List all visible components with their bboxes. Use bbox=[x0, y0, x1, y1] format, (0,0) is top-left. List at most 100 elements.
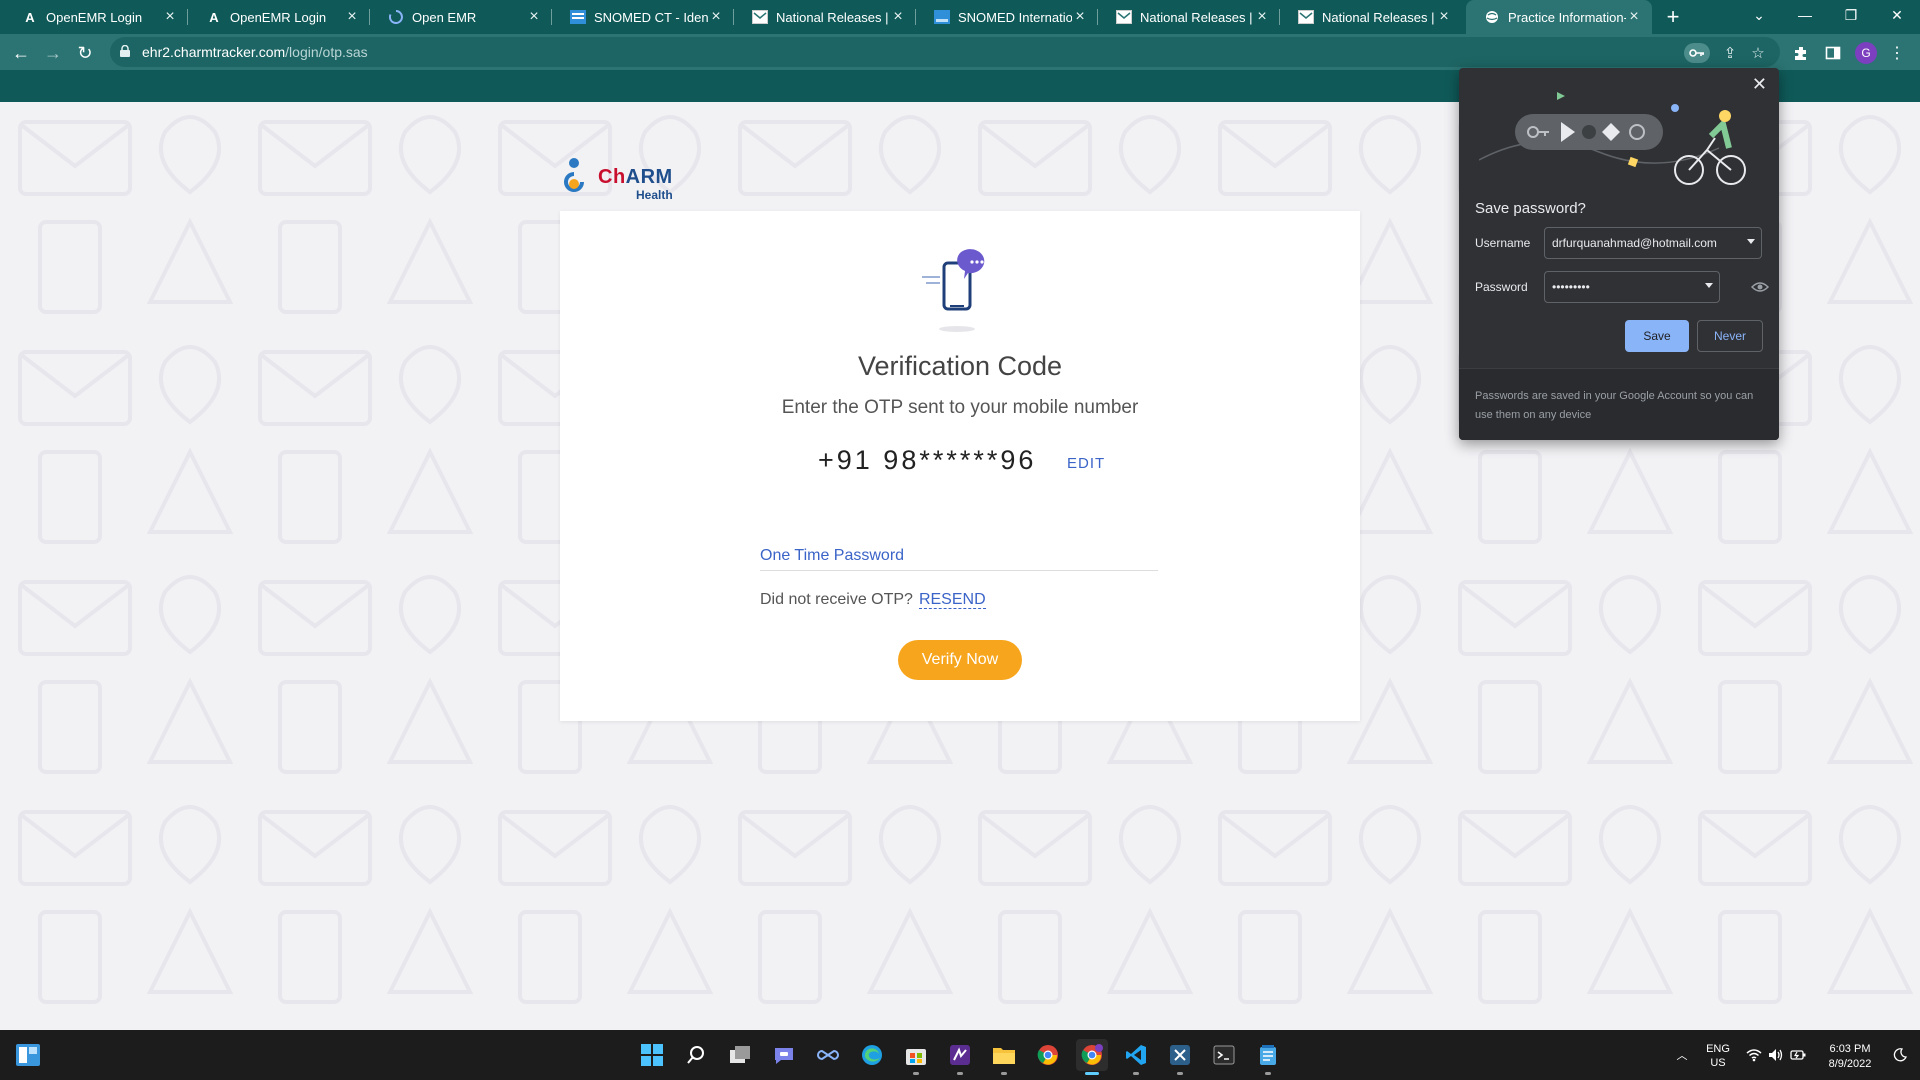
snomed-icon bbox=[934, 9, 950, 25]
key-icon[interactable] bbox=[1684, 43, 1710, 63]
url-host: ehr2.charmtracker.com bbox=[142, 44, 286, 60]
edge-icon[interactable] bbox=[856, 1039, 888, 1071]
openemr-icon: A bbox=[209, 9, 219, 25]
resend-prompt: Did not receive OTP? bbox=[760, 591, 913, 608]
close-icon[interactable]: × bbox=[1072, 8, 1088, 26]
tab-snomed-ct[interactable]: SNOMED CT - Identifie × bbox=[552, 0, 734, 34]
terminal-icon[interactable] bbox=[1208, 1039, 1240, 1071]
minimize-button[interactable]: — bbox=[1782, 0, 1828, 30]
tab-national-releases-2[interactable]: National Releases | NF × bbox=[1098, 0, 1280, 34]
back-button[interactable]: ← bbox=[8, 40, 34, 66]
url-text: ehr2.charmtracker.com/login/otp.sas bbox=[142, 44, 368, 60]
language-region: US bbox=[1710, 1057, 1726, 1069]
tab-open-emr[interactable]: Open EMR × bbox=[370, 0, 552, 34]
forward-button[interactable]: → bbox=[40, 40, 66, 66]
restore-button[interactable]: ❐ bbox=[1828, 0, 1874, 30]
task-view-icon[interactable] bbox=[724, 1039, 756, 1071]
bookmark-star-icon[interactable]: ☆ bbox=[1748, 43, 1768, 63]
lock-icon bbox=[120, 45, 130, 57]
close-icon[interactable]: × bbox=[1254, 8, 1270, 26]
eye-icon[interactable] bbox=[1751, 280, 1769, 294]
close-icon[interactable]: × bbox=[708, 8, 724, 26]
nrc-icon bbox=[1116, 9, 1132, 25]
otp-card: Verification Code Enter the OTP sent to … bbox=[560, 211, 1360, 721]
never-button[interactable]: Never bbox=[1697, 320, 1763, 352]
tab-title: OpenEMR Login bbox=[230, 9, 327, 25]
windows-taskbar: ︿ ENG US 6:03 PM 8/9/2022 bbox=[0, 1030, 1920, 1080]
close-icon[interactable]: × bbox=[344, 8, 360, 26]
tab-openemr-login-1[interactable]: A OpenEMR Login × bbox=[4, 0, 188, 34]
start-button[interactable] bbox=[636, 1039, 668, 1071]
chrome-icon[interactable] bbox=[1032, 1039, 1064, 1071]
password-value: ••••••••• bbox=[1552, 280, 1590, 294]
volume-icon[interactable] bbox=[1766, 1030, 1786, 1080]
reload-button[interactable]: ↻ bbox=[72, 40, 98, 66]
tab-practice-information[interactable]: Practice Information-C × bbox=[1466, 0, 1652, 34]
charm-logo-icon bbox=[564, 158, 584, 192]
nrc-icon bbox=[1298, 9, 1314, 25]
password-label: Password bbox=[1475, 280, 1528, 294]
battery-icon[interactable] bbox=[1788, 1030, 1808, 1080]
clock-time: 6:03 PM bbox=[1829, 1043, 1871, 1055]
verify-now-button[interactable]: Verify Now bbox=[898, 640, 1022, 680]
username-select[interactable]: drfurquanahmad@hotmail.com bbox=[1544, 227, 1762, 259]
link-icon[interactable] bbox=[812, 1039, 844, 1071]
close-icon[interactable]: × bbox=[162, 8, 178, 26]
save-button[interactable]: Save bbox=[1625, 320, 1689, 352]
chrome-profile-icon[interactable] bbox=[1076, 1039, 1108, 1075]
logo-subtitle: Health bbox=[636, 188, 673, 202]
wifi-icon[interactable] bbox=[1744, 1030, 1764, 1080]
otp-input[interactable] bbox=[760, 541, 1158, 571]
username-label: Username bbox=[1475, 236, 1531, 250]
otp-instructions: Enter the OTP sent to your mobile number bbox=[781, 397, 1139, 418]
address-bar[interactable]: ehr2.charmtracker.com/login/otp.sas ⇪ ☆ bbox=[110, 37, 1780, 67]
moon-icon[interactable] bbox=[1890, 1030, 1910, 1080]
resend-row: Did not receive OTP? RESEND bbox=[760, 591, 986, 609]
side-panel-icon[interactable] bbox=[1822, 42, 1844, 64]
vscode-icon[interactable] bbox=[1120, 1039, 1152, 1075]
tray-chevron-up-icon[interactable]: ︿ bbox=[1672, 1030, 1692, 1080]
browser-tab-strip: A OpenEMR Login × A OpenEMR Login × Open… bbox=[0, 0, 1920, 34]
loading-icon bbox=[388, 9, 404, 25]
file-explorer-icon[interactable] bbox=[988, 1039, 1020, 1075]
visual-studio-icon[interactable] bbox=[944, 1039, 976, 1075]
tab-title: Practice Information-C bbox=[1508, 9, 1626, 25]
extensions-icon[interactable] bbox=[1790, 42, 1812, 64]
close-icon[interactable]: × bbox=[890, 8, 906, 26]
new-tab-button[interactable]: + bbox=[1660, 4, 1686, 30]
widgets-icon[interactable] bbox=[12, 1039, 44, 1071]
tab-search-chevron-icon[interactable]: ⌄ bbox=[1736, 0, 1782, 30]
clock[interactable]: 6:03 PM 8/9/2022 bbox=[1812, 1042, 1888, 1072]
charm-health-logo: ChARM Health bbox=[560, 150, 680, 206]
store-icon[interactable] bbox=[900, 1039, 932, 1075]
tab-title: OpenEMR Login bbox=[46, 9, 143, 25]
save-password-dialog: ✕ Save password? Username drfurquanahmad… bbox=[1459, 68, 1779, 440]
tab-national-releases-1[interactable]: National Releases | NF × bbox=[734, 0, 916, 34]
menu-kebab-icon[interactable]: ⋮ bbox=[1886, 42, 1908, 64]
notepad-icon[interactable] bbox=[1252, 1039, 1284, 1075]
password-select[interactable]: ••••••••• bbox=[1544, 271, 1720, 303]
tab-title: Open EMR bbox=[412, 9, 477, 25]
dialog-title: Save password? bbox=[1475, 200, 1586, 217]
close-icon[interactable]: × bbox=[1436, 8, 1452, 26]
close-window-button[interactable]: ✕ bbox=[1874, 0, 1920, 30]
resend-link[interactable]: RESEND bbox=[918, 591, 986, 609]
tab-national-releases-3[interactable]: National Releases | NF × bbox=[1280, 0, 1462, 34]
password-illustration bbox=[1479, 92, 1746, 185]
search-icon[interactable] bbox=[680, 1039, 712, 1071]
close-icon[interactable]: × bbox=[1626, 8, 1642, 26]
close-icon[interactable]: × bbox=[526, 8, 542, 26]
chevron-down-icon bbox=[1705, 283, 1713, 288]
profile-avatar[interactable]: G bbox=[1855, 42, 1877, 64]
nrc-icon bbox=[752, 9, 768, 25]
username-value: drfurquanahmad@hotmail.com bbox=[1552, 236, 1717, 250]
snomed-icon bbox=[570, 9, 586, 25]
sync-note: Passwords are saved in your Google Accou… bbox=[1475, 390, 1754, 421]
snipping-icon[interactable] bbox=[1164, 1039, 1196, 1075]
tab-openemr-login-2[interactable]: A OpenEMR Login × bbox=[188, 0, 370, 34]
edit-phone-link[interactable]: EDIT bbox=[1067, 455, 1105, 472]
tab-snomed-international[interactable]: SNOMED Internationa × bbox=[916, 0, 1098, 34]
share-icon[interactable]: ⇪ bbox=[1720, 43, 1740, 63]
language-indicator[interactable]: ENG US bbox=[1698, 1042, 1738, 1070]
teams-chat-icon[interactable] bbox=[768, 1039, 800, 1071]
